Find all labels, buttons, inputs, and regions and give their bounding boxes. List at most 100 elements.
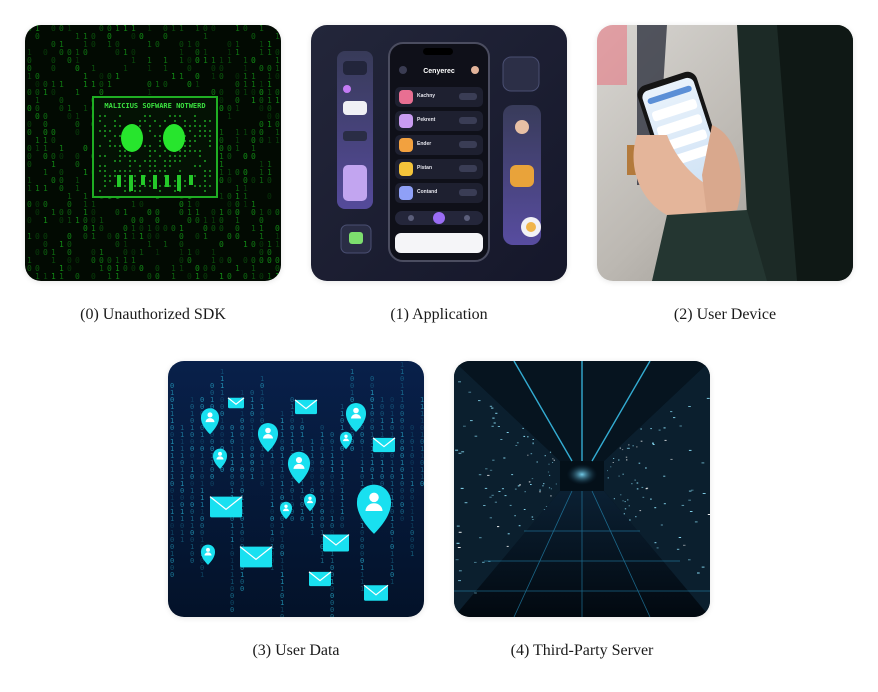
svg-text:1: 1 bbox=[123, 64, 128, 73]
svg-text:1: 1 bbox=[195, 25, 200, 33]
app-list-label: Contand bbox=[417, 189, 437, 195]
svg-text:1: 1 bbox=[107, 80, 112, 89]
svg-text:0: 0 bbox=[99, 224, 104, 233]
svg-text:0: 0 bbox=[91, 256, 96, 265]
svg-text:1: 1 bbox=[43, 184, 48, 193]
svg-text:0: 0 bbox=[195, 248, 200, 257]
svg-text:1: 1 bbox=[390, 578, 394, 586]
app-title-text: Cenyerec bbox=[423, 68, 455, 75]
svg-text:0: 0 bbox=[131, 280, 136, 281]
svg-text:0: 0 bbox=[155, 232, 160, 241]
svg-text:1: 1 bbox=[51, 256, 56, 265]
svg-text:1: 1 bbox=[131, 232, 136, 241]
svg-text:0: 0 bbox=[203, 272, 208, 281]
user-device-image bbox=[597, 25, 853, 281]
svg-text:0: 0 bbox=[259, 136, 264, 145]
svg-text:0: 0 bbox=[211, 280, 216, 281]
svg-text:1: 1 bbox=[275, 272, 280, 281]
svg-text:1: 1 bbox=[195, 280, 200, 281]
svg-text:0: 0 bbox=[115, 208, 120, 217]
svg-text:1: 1 bbox=[275, 240, 280, 249]
svg-text:0: 0 bbox=[251, 56, 256, 65]
svg-text:1: 1 bbox=[227, 56, 232, 65]
svg-text:0: 0 bbox=[43, 48, 48, 57]
svg-text:1: 1 bbox=[107, 40, 112, 49]
svg-text:0: 0 bbox=[35, 208, 40, 217]
svg-text:0: 0 bbox=[59, 25, 64, 33]
unauthorized-sdk-image: 0100100000001100110011000010011100000110… bbox=[25, 25, 281, 281]
svg-text:0: 0 bbox=[235, 232, 240, 241]
caption-user-data: (3) User Data bbox=[252, 642, 340, 659]
svg-text:0: 0 bbox=[190, 557, 194, 565]
app-list-item: Contand bbox=[395, 183, 483, 203]
svg-text:0: 0 bbox=[147, 272, 152, 281]
malware-banner-text: MALICIUS SOFWARE NOTWERD bbox=[104, 102, 205, 110]
svg-text:0: 0 bbox=[99, 88, 104, 97]
svg-text:1: 1 bbox=[115, 25, 120, 33]
envelope-icon bbox=[363, 584, 389, 601]
svg-text:0: 0 bbox=[139, 200, 144, 209]
svg-text:1: 1 bbox=[115, 72, 120, 81]
svg-text:1: 1 bbox=[27, 72, 32, 81]
svg-text:0: 0 bbox=[219, 224, 224, 233]
svg-text:1: 1 bbox=[179, 264, 184, 273]
svg-text:0: 0 bbox=[43, 200, 48, 209]
svg-text:0: 0 bbox=[27, 264, 32, 273]
svg-text:0: 0 bbox=[27, 200, 32, 209]
svg-text:1: 1 bbox=[115, 272, 120, 281]
svg-text:0: 0 bbox=[227, 208, 232, 217]
svg-text:1: 1 bbox=[147, 240, 152, 249]
svg-text:0: 0 bbox=[267, 208, 272, 217]
svg-text:0: 0 bbox=[195, 216, 200, 225]
svg-text:0: 0 bbox=[139, 264, 144, 273]
envelope-icon bbox=[209, 496, 243, 518]
svg-text:1: 1 bbox=[235, 25, 240, 33]
svg-text:1: 1 bbox=[107, 280, 112, 281]
svg-text:1: 1 bbox=[251, 96, 256, 105]
svg-text:0: 0 bbox=[91, 272, 96, 281]
app-list-label: Kachny bbox=[417, 93, 435, 99]
user-data-image: 0101110011111100111101001000111110111000… bbox=[168, 361, 424, 617]
envelope-icon bbox=[227, 397, 245, 409]
svg-text:1: 1 bbox=[131, 56, 136, 65]
svg-text:1: 1 bbox=[147, 25, 152, 33]
svg-text:1: 1 bbox=[320, 557, 324, 565]
svg-text:0: 0 bbox=[219, 72, 224, 81]
svg-text:0: 0 bbox=[139, 32, 144, 41]
svg-text:1: 1 bbox=[51, 160, 56, 169]
svg-text:1: 1 bbox=[243, 200, 248, 209]
svg-text:0: 0 bbox=[219, 240, 224, 249]
svg-text:0: 0 bbox=[259, 272, 264, 281]
svg-text:0: 0 bbox=[131, 264, 136, 273]
app-list-label: Ender bbox=[417, 141, 431, 147]
svg-text:0: 0 bbox=[35, 32, 40, 41]
svg-text:0: 0 bbox=[195, 56, 200, 65]
caption-third-party-server: (4) Third-Party Server bbox=[510, 642, 654, 659]
svg-text:1: 1 bbox=[83, 168, 88, 177]
svg-text:0: 0 bbox=[170, 571, 174, 579]
svg-text:0: 0 bbox=[91, 40, 96, 49]
svg-text:1: 1 bbox=[123, 208, 128, 217]
svg-text:0: 0 bbox=[251, 176, 256, 185]
svg-text:1: 1 bbox=[27, 184, 32, 193]
svg-text:0: 0 bbox=[83, 144, 88, 153]
svg-text:0: 0 bbox=[67, 56, 72, 65]
svg-text:1: 1 bbox=[83, 104, 88, 113]
app-list-item: Ender bbox=[395, 135, 483, 155]
svg-text:0: 0 bbox=[240, 585, 244, 593]
svg-text:0: 0 bbox=[219, 176, 224, 185]
svg-text:1: 1 bbox=[75, 88, 80, 97]
svg-text:1: 1 bbox=[180, 536, 184, 544]
svg-text:0: 0 bbox=[107, 232, 112, 241]
svg-text:0: 0 bbox=[179, 208, 184, 217]
svg-text:0: 0 bbox=[59, 152, 64, 161]
svg-text:0: 0 bbox=[75, 64, 80, 73]
svg-text:1: 1 bbox=[187, 40, 192, 49]
envelope-icon bbox=[322, 534, 350, 552]
third-party-server-image bbox=[454, 361, 710, 617]
caption-application: (1) Application bbox=[390, 306, 488, 323]
svg-text:0: 0 bbox=[251, 208, 256, 217]
svg-text:1: 1 bbox=[267, 48, 272, 57]
svg-text:0: 0 bbox=[259, 104, 264, 113]
svg-text:0: 0 bbox=[210, 480, 214, 488]
